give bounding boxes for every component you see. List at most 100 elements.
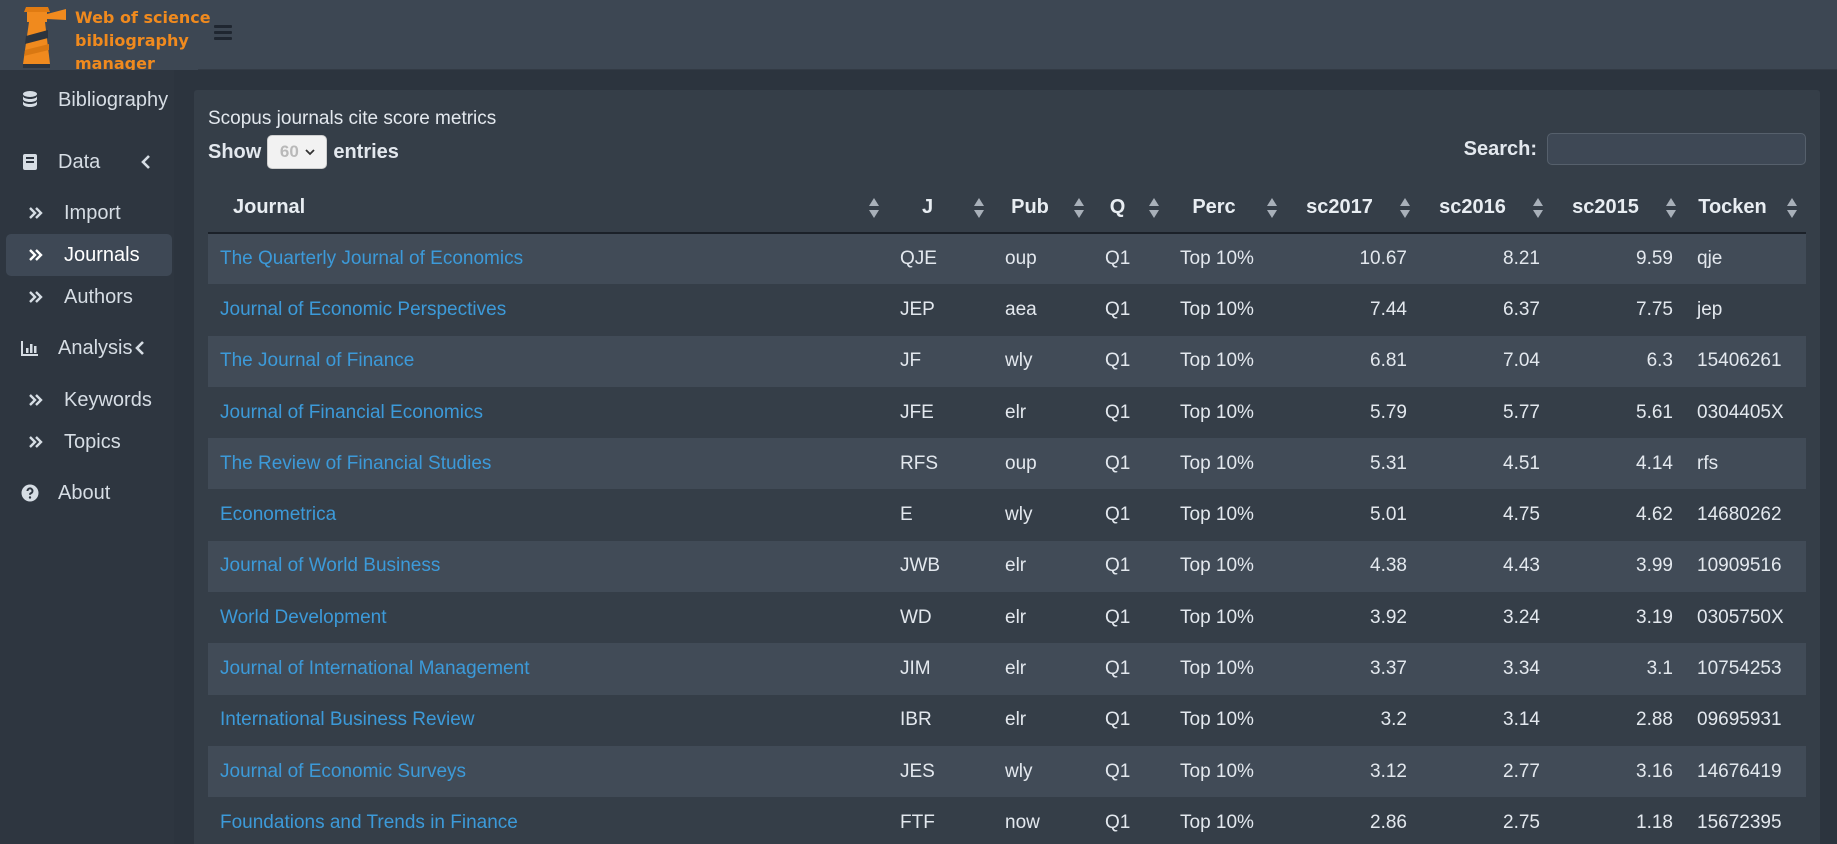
chevron-left-icon: [141, 155, 150, 169]
journal-link[interactable]: World Development: [220, 607, 387, 628]
column-header-4[interactable]: Perc: [1168, 182, 1286, 234]
journal-link[interactable]: Econometrica: [220, 504, 336, 525]
table-cell-pub: elr: [993, 694, 1093, 746]
app-logo[interactable]: Web of science bibliography manager: [0, 0, 211, 73]
journal-link[interactable]: The Journal of Finance: [220, 350, 414, 371]
sidebar-item-analysis[interactable]: Analysis: [6, 327, 172, 369]
table-cell-sc2017: 7.44: [1286, 284, 1419, 336]
column-header-8[interactable]: Tocken: [1685, 182, 1806, 234]
sidebar-item-authors[interactable]: Authors: [6, 276, 172, 318]
table-cell-journal: Foundations and Trends in Finance: [208, 797, 888, 844]
table-cell-sc2015: 2.88: [1552, 694, 1685, 746]
table-cell-sc2015: 5.61: [1552, 386, 1685, 439]
journal-link[interactable]: The Quarterly Journal of Economics: [220, 248, 523, 269]
table-cell-sc2016: 7.04: [1419, 335, 1552, 387]
sort-arrows-icon: [1533, 198, 1543, 218]
table-cell-sc2016: 3.34: [1419, 643, 1552, 695]
sidebar-item-label: Topics: [64, 430, 121, 453]
lighthouse-logo-icon: [23, 7, 66, 68]
column-header-2[interactable]: Pub: [993, 182, 1093, 234]
journal-link[interactable]: Journal of Economic Surveys: [220, 761, 466, 782]
sidebar-item-journals[interactable]: Journals: [6, 234, 172, 276]
table-row[interactable]: The Quarterly Journal of Economics QJE oup…: [208, 233, 1806, 285]
column-header-3[interactable]: Q: [1093, 182, 1168, 234]
table-row[interactable]: Journal of International Management JIM el…: [208, 643, 1806, 695]
sidebar-item-data[interactable]: Data: [6, 141, 172, 183]
table-row[interactable]: The Journal of Finance JF wly Q1 Top 10% 6.81…: [208, 335, 1806, 387]
table-cell-sc2017: 3.12: [1286, 745, 1419, 798]
journal-link[interactable]: Journal of Financial Economics: [220, 402, 483, 423]
table-row[interactable]: Foundations and Trends in Finance FTF now Q…: [208, 797, 1806, 844]
table-cell-j: JES: [888, 745, 993, 798]
table-cell-j: FTF: [888, 797, 993, 844]
column-header-0[interactable]: Journal: [208, 182, 888, 234]
table-row[interactable]: Journal of World Business JWB elr Q1 Top 10%…: [208, 540, 1806, 593]
sidebar-item-about[interactable]: About: [6, 472, 172, 514]
table-cell-sc2015: 3.19: [1552, 592, 1685, 644]
table-cell-journal: Journal of Economic Surveys: [208, 745, 888, 798]
column-header-label: sc2017: [1306, 195, 1373, 218]
journals-table: Journal J Pub Q Perc sc2017 sc2016 sc2015 Tocken…: [208, 182, 1806, 844]
table-cell-perc: Top 10%: [1168, 540, 1286, 593]
table-cell-sc2015: 7.75: [1552, 284, 1685, 336]
sidebar-toggle-icon[interactable]: [214, 25, 232, 41]
table-cell-perc: Top 10%: [1168, 694, 1286, 746]
table-cell-q: Q1: [1093, 643, 1168, 695]
table-row[interactable]: Journal of Financial Economics JFE elr Q1 To…: [208, 386, 1806, 439]
table-cell-tocken: qje: [1685, 233, 1806, 285]
table-cell-pub: wly: [993, 489, 1093, 541]
table-row[interactable]: Econometrica Ewly Q1 Top 10% 5.01 4.75 4.62 146…: [208, 489, 1806, 541]
sidebar-item-label: Bibliography: [58, 88, 169, 111]
table-row[interactable]: Journal of Economic Perspectives JEP aea Q1…: [208, 284, 1806, 336]
table-cell-perc: Top 10%: [1168, 233, 1286, 285]
sidebar-item-label: Analysis: [58, 336, 133, 359]
double-chevron-right-icon: [26, 203, 46, 223]
sort-arrows-icon: [1787, 198, 1797, 218]
table-cell-sc2016: 4.43: [1419, 540, 1552, 593]
journal-link[interactable]: International Business Review: [220, 709, 475, 730]
journal-link[interactable]: Journal of Economic Perspectives: [220, 299, 506, 320]
column-header-6[interactable]: sc2016: [1419, 182, 1552, 234]
table-cell-pub: now: [993, 797, 1093, 844]
table-cell-pub: oup: [993, 233, 1093, 285]
table-cell-journal: The Quarterly Journal of Economics: [208, 233, 888, 285]
table-row[interactable]: World Development WD elr Q1 Top 10% 3.92 3.24 3…: [208, 592, 1806, 644]
journal-link[interactable]: Journal of World Business: [220, 555, 440, 576]
journal-link[interactable]: The Review of Financial Studies: [220, 453, 491, 474]
table-cell-sc2015: 3.1: [1552, 643, 1685, 695]
journal-link[interactable]: Foundations and Trends in Finance: [220, 812, 518, 833]
column-header-7[interactable]: sc2015: [1552, 182, 1685, 234]
table-cell-tocken: 0305750X: [1685, 592, 1806, 644]
table-cell-journal: World Development: [208, 592, 888, 644]
table-row[interactable]: International Business Review IBR elr Q1 Top…: [208, 694, 1806, 746]
table-row[interactable]: The Review of Financial Studies RFS oup Q1 T…: [208, 438, 1806, 490]
table-cell-sc2017: 5.01: [1286, 489, 1419, 541]
table-cell-sc2016: 2.75: [1419, 797, 1552, 844]
sort-arrows-icon: [1666, 198, 1676, 218]
table-cell-q: Q1: [1093, 284, 1168, 336]
app-title: Web of science bibliography manager: [75, 6, 211, 75]
table-cell-sc2015: 4.14: [1552, 438, 1685, 490]
journal-link[interactable]: Journal of International Management: [220, 658, 529, 679]
table-cell-j: QJE: [888, 233, 993, 285]
sidebar-item-bibliography[interactable]: Bibliography: [6, 79, 172, 121]
double-chevron-right-icon: [26, 245, 46, 265]
column-header-1[interactable]: J: [888, 182, 993, 234]
table-cell-j: RFS: [888, 438, 993, 490]
sidebar-item-keywords[interactable]: Keywords: [6, 379, 172, 421]
table-cell-j: IBR: [888, 694, 993, 746]
table-cell-tocken: 09695931: [1685, 694, 1806, 746]
table-cell-sc2017: 2.86: [1286, 797, 1419, 844]
question-circle-icon: [20, 483, 40, 503]
entries-per-page-select[interactable]: 60: [267, 135, 328, 169]
sidebar-item-label: About: [58, 481, 111, 504]
search-input[interactable]: [1547, 133, 1806, 165]
table-cell-tocken: 0304405X: [1685, 386, 1806, 439]
table-cell-sc2017: 5.79: [1286, 386, 1419, 439]
column-header-5[interactable]: sc2017: [1286, 182, 1419, 234]
table-cell-sc2017: 6.81: [1286, 335, 1419, 387]
table-cell-q: Q1: [1093, 797, 1168, 844]
sidebar-item-import[interactable]: Import: [6, 192, 172, 234]
sidebar-item-topics[interactable]: Topics: [6, 421, 172, 463]
table-row[interactable]: Journal of Economic Surveys JES wly Q1 Top 1…: [208, 745, 1806, 798]
